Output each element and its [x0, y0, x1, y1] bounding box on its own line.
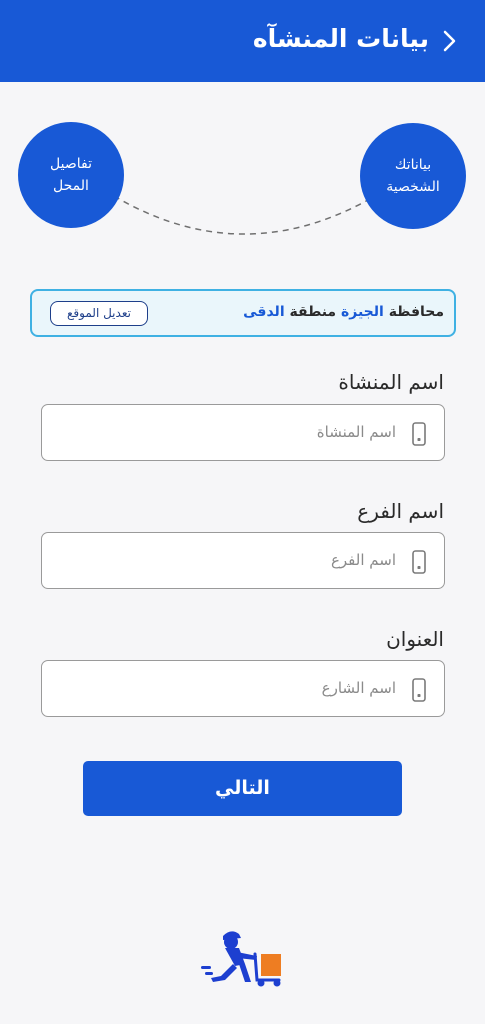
governorate-value: الجيزة	[340, 304, 384, 320]
address-label: العنوان	[386, 627, 444, 651]
area-value: الدقى	[243, 304, 285, 320]
phone-icon	[412, 550, 426, 574]
input-placeholder: اسم المنشاة	[316, 423, 396, 441]
page-title: بيانات المنشآه	[252, 24, 429, 53]
app-header: بيانات المنشآه	[0, 0, 485, 82]
chevron-right-icon[interactable]	[439, 30, 459, 52]
location-text: محافظة الجيزة منطقة الدقى	[243, 304, 444, 320]
input-placeholder: اسم الشارع	[321, 679, 396, 697]
step-personal-info[interactable]: بياناتك الشخصية	[360, 123, 466, 229]
step-label: بياناتك الشخصية	[386, 157, 440, 195]
delivery-person-icon	[201, 931, 281, 987]
step-connector-line	[113, 195, 369, 235]
area-label: منطقة	[289, 304, 337, 320]
branch-name-input[interactable]: اسم الفرع	[41, 532, 445, 589]
governorate-label: محافظة	[388, 304, 444, 320]
establishment-name-input[interactable]: اسم المنشاة	[41, 404, 445, 461]
establishment-name-label: اسم المنشاة	[338, 370, 444, 394]
street-name-input[interactable]: اسم الشارع	[41, 660, 445, 717]
next-button[interactable]: التالي	[83, 761, 402, 816]
step-label: تفاصيل المحل	[50, 156, 92, 194]
branch-name-label: اسم الفرع	[357, 499, 444, 523]
phone-icon	[412, 422, 426, 446]
edit-location-button[interactable]: تعديل الموقع	[50, 301, 148, 326]
input-placeholder: اسم الفرع	[330, 551, 396, 569]
phone-icon	[412, 678, 426, 702]
step-shop-details[interactable]: تفاصيل المحل	[18, 122, 124, 228]
location-summary: محافظة الجيزة منطقة الدقى تعديل الموقع	[30, 289, 456, 337]
